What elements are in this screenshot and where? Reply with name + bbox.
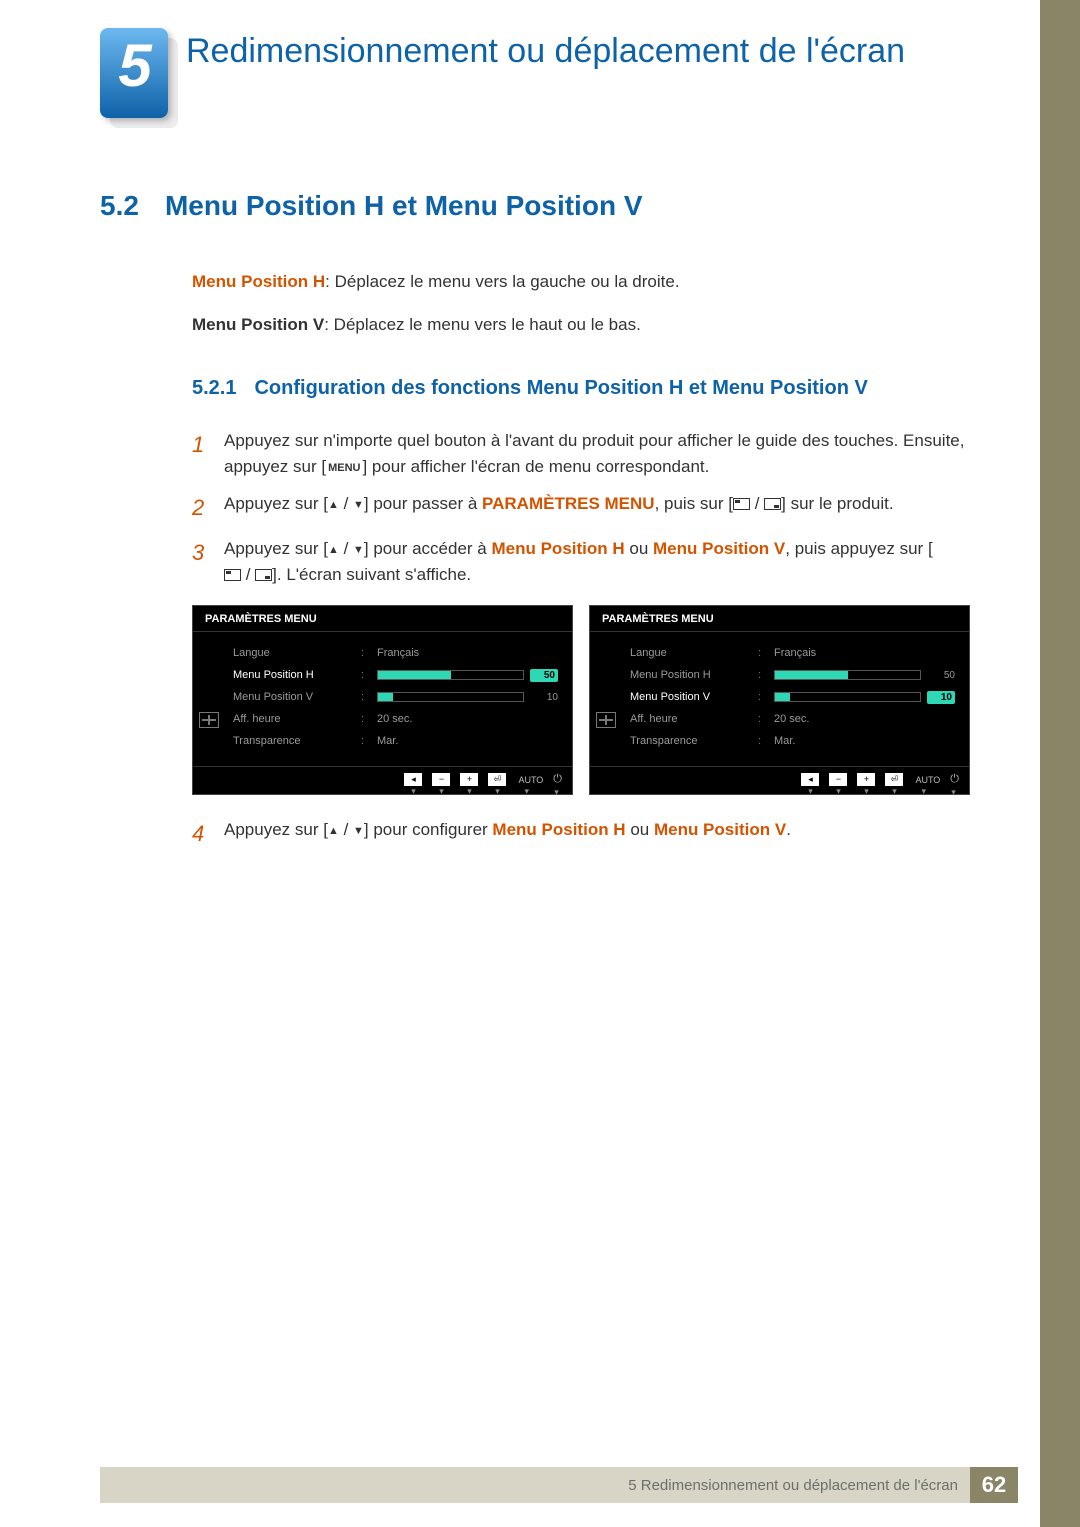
step3-v: Menu Position V [653, 539, 785, 558]
osd-btn-plus-icon: + [460, 773, 478, 786]
section-number: 5.2 [100, 190, 139, 222]
slider-posv [377, 692, 524, 702]
osd-panel-h: PARAMÈTRES MENU Langue: Français Menu Po… [192, 605, 573, 795]
subsection-heading: 5.2.1 Configuration des fonctions Menu P… [192, 377, 970, 400]
definition-h-label: Menu Position H [192, 272, 325, 291]
step2-target: PARAMÈTRES MENU [482, 494, 655, 513]
step-body: Appuyez sur [▲ / ▼] pour configurer Menu… [224, 817, 970, 850]
section-heading: 5.2 Menu Position H et Menu Position V [100, 190, 970, 222]
step-number: 2 [192, 491, 210, 524]
chapter-number: 5 [100, 31, 168, 100]
down-triangle-icon: ▼ [353, 497, 364, 514]
osd-row-posv: Menu Position V: 10 [630, 686, 955, 708]
source-icon [733, 498, 750, 510]
osd-row-langue: Langue: Français [233, 642, 558, 664]
osd-power-icon: ⏻ [950, 773, 959, 786]
down-triangle-icon: ▼ [353, 823, 364, 840]
page-footer: 5 Redimensionnement ou déplacement de l'… [100, 1467, 1018, 1503]
subsection-title: Configuration des fonctions Menu Positio… [254, 377, 867, 400]
menu-icon: MENU [326, 460, 362, 477]
up-triangle-icon: ▲ [328, 497, 339, 514]
step-number: 3 [192, 536, 210, 587]
osd-category-icon [199, 712, 219, 728]
osd-row-posh: Menu Position H: 50 [630, 664, 955, 686]
osd-row-posv: Menu Position V: 10 [233, 686, 558, 708]
step-3: 3 Appuyez sur [▲ / ▼] pour accéder à Men… [192, 536, 970, 587]
osd-btn-enter-icon: ⏎ [885, 773, 903, 786]
definition-v-label: Menu Position V [192, 315, 324, 334]
step-1: 1 Appuyez sur n'importe quel bouton à l'… [192, 428, 970, 479]
step-2: 2 Appuyez sur [▲ / ▼] pour passer à PARA… [192, 491, 970, 524]
osd-category-icon-col [193, 638, 225, 766]
osd-btn-plus-icon: + [857, 773, 875, 786]
osd-row-langue: Langue: Français [630, 642, 955, 664]
step-body: Appuyez sur [▲ / ▼] pour passer à PARAMÈ… [224, 491, 970, 524]
osd-title: PARAMÈTRES MENU [590, 606, 969, 631]
osd-btn-left-icon: ◂ [801, 773, 819, 786]
slider-posv-value: 10 [927, 691, 955, 704]
osd-row-aff: Aff. heure: 20 sec. [630, 708, 955, 730]
enter-icon [764, 498, 781, 510]
osd-row-transp: Transparence: Mar. [233, 730, 558, 752]
slider-posv [774, 692, 921, 702]
osd-title: PARAMÈTRES MENU [193, 606, 572, 631]
osd-auto-label: AUTO [915, 775, 940, 785]
osd-btn-minus-icon: − [432, 773, 450, 786]
osd-power-icon: ⏻ [553, 773, 562, 786]
osd-footer: ◂ − + ⏎ AUTO ⏻ [590, 766, 969, 794]
up-triangle-icon: ▲ [328, 542, 339, 559]
osd-row-transp: Transparence: Mar. [630, 730, 955, 752]
page-content: 5.2 Menu Position H et Menu Position V M… [100, 190, 970, 862]
definition-v-text: : Déplacez le menu vers le haut ou le ba… [324, 315, 641, 334]
slider-posh [774, 670, 921, 680]
source-icon [224, 569, 241, 581]
slider-posh-value: 50 [530, 669, 558, 682]
step-number: 1 [192, 428, 210, 479]
osd-category-icon [596, 712, 616, 728]
step-4: 4 Appuyez sur [▲ / ▼] pour configurer Me… [192, 817, 970, 850]
osd-panel-v: PARAMÈTRES MENU Langue: Français Menu Po… [589, 605, 970, 795]
section-title: Menu Position H et Menu Position V [165, 190, 643, 222]
step3-h: Menu Position H [491, 539, 624, 558]
up-triangle-icon: ▲ [328, 823, 339, 840]
osd-btn-enter-icon: ⏎ [488, 773, 506, 786]
osd-auto-label: AUTO [518, 775, 543, 785]
enter-icon [255, 569, 272, 581]
step4-h: Menu Position H [492, 820, 625, 839]
definition-h-text: : Déplacez le menu vers la gauche ou la … [325, 272, 679, 291]
step-body: Appuyez sur n'importe quel bouton à l'av… [224, 428, 970, 479]
page-number: 62 [970, 1467, 1018, 1503]
osd-separator [193, 631, 572, 632]
chapter-badge: 5 [100, 28, 168, 118]
footer-text: 5 Redimensionnement ou déplacement de l'… [628, 1477, 970, 1494]
osd-row-aff: Aff. heure: 20 sec. [233, 708, 558, 730]
osd-separator [590, 631, 969, 632]
slider-posh-value: 50 [927, 670, 955, 681]
definition-v: Menu Position V: Déplacez le menu vers l… [192, 313, 970, 338]
subsection-number: 5.2.1 [192, 377, 236, 400]
step-body: Appuyez sur [▲ / ▼] pour accéder à Menu … [224, 536, 970, 587]
chapter-title: Redimensionnement ou déplacement de l'éc… [186, 28, 905, 71]
slider-posv-value: 10 [530, 692, 558, 703]
definition-h: Menu Position H: Déplacez le menu vers l… [192, 270, 970, 295]
osd-footer: ◂ − + ⏎ AUTO ⏻ [193, 766, 572, 794]
osd-category-icon-col [590, 638, 622, 766]
chapter-header: 5 Redimensionnement ou déplacement de l'… [100, 28, 905, 118]
slider-posh [377, 670, 524, 680]
right-sidebar-band [1040, 0, 1080, 1527]
osd-btn-minus-icon: − [829, 773, 847, 786]
down-triangle-icon: ▼ [353, 542, 364, 559]
osd-row-posh: Menu Position H: 50 [233, 664, 558, 686]
step4-v: Menu Position V [654, 820, 786, 839]
osd-figures: PARAMÈTRES MENU Langue: Français Menu Po… [192, 605, 970, 795]
step-number: 4 [192, 817, 210, 850]
osd-btn-left-icon: ◂ [404, 773, 422, 786]
